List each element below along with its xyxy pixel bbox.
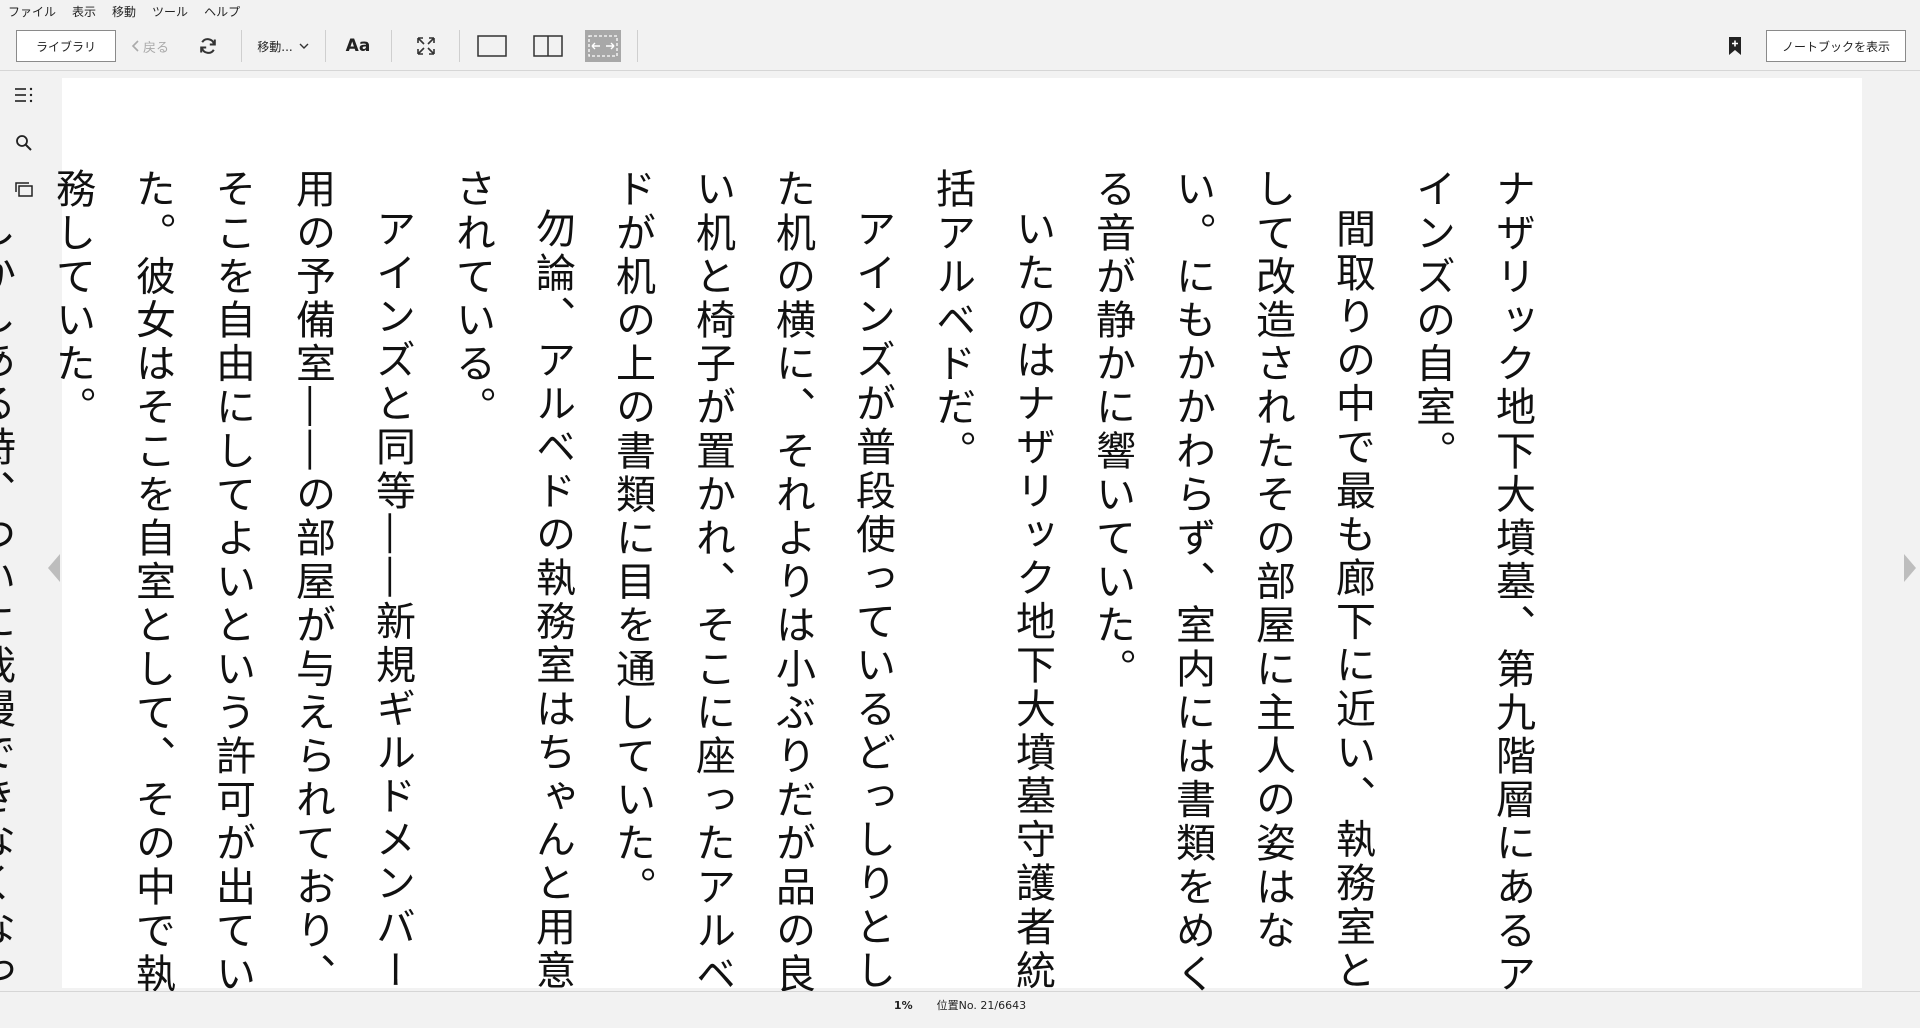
toolbar-separator bbox=[637, 30, 638, 62]
sync-icon bbox=[200, 38, 216, 54]
font-settings-button[interactable]: Aa bbox=[336, 22, 380, 70]
two-page-view-button[interactable] bbox=[526, 22, 570, 70]
paragraph: アインズと同等――新規ギルドメンバー用の予備室――の部屋が与えられており、そこを… bbox=[49, 168, 415, 997]
toc-button[interactable] bbox=[12, 83, 36, 107]
paragraph: アインズが普段使っているどっしりとした机の横に、それよりは小ぶりだが品の良い机と… bbox=[609, 168, 895, 997]
previous-page-button[interactable] bbox=[46, 552, 62, 584]
bookmark-add-icon bbox=[1729, 37, 1741, 55]
status-bar: 1% 位置No. 21/6643 bbox=[0, 991, 1920, 1018]
next-page-button[interactable] bbox=[1902, 552, 1918, 584]
fit-width-view-button[interactable] bbox=[585, 30, 621, 62]
library-button[interactable]: ライブラリ bbox=[16, 30, 116, 62]
reader-page: ナザリック地下大墳墓、第九階層にあるアインズの自室。 間取りの中で最も廊下に近い… bbox=[0, 78, 1862, 996]
paragraph: いたのはナザリック地下大墳墓守護者統括アルベドだ。 bbox=[929, 168, 1055, 993]
progress-percent: 1% bbox=[893, 998, 913, 1012]
library-button-label: ライブラリ bbox=[35, 39, 96, 54]
toolbar-separator bbox=[325, 30, 326, 62]
back-button[interactable]: 戻る bbox=[128, 22, 172, 70]
menu-help[interactable]: ヘルプ bbox=[196, 3, 248, 20]
notebook-button-label: ノートブックを表示 bbox=[1781, 39, 1890, 54]
toolbar-separator bbox=[459, 30, 460, 62]
toolbar-separator bbox=[241, 30, 242, 62]
bookmark-button[interactable] bbox=[1720, 22, 1750, 70]
sync-button[interactable] bbox=[190, 22, 226, 70]
triangle-left-icon bbox=[48, 554, 60, 582]
menu-file[interactable]: ファイル bbox=[0, 3, 64, 20]
toolbar: ライブラリ 戻る 移動... Aa ノートブックを表示 bbox=[0, 22, 1920, 71]
chevron-left-icon bbox=[131, 40, 139, 52]
back-button-label: 戻る bbox=[142, 40, 169, 56]
menu-view[interactable]: 表示 bbox=[64, 3, 104, 20]
table-of-contents-icon bbox=[15, 87, 33, 103]
book-text: ナザリック地下大墳墓、第九階層にあるアインズの自室。 間取りの中で最も廊下に近い… bbox=[0, 168, 1552, 1028]
single-page-view-button[interactable] bbox=[470, 22, 514, 70]
font-settings-label: Aa bbox=[345, 36, 371, 56]
single-page-icon bbox=[477, 35, 507, 57]
triangle-right-icon bbox=[1904, 554, 1916, 582]
fullscreen-button[interactable] bbox=[404, 22, 448, 70]
goto-label: 移動... bbox=[257, 39, 293, 54]
goto-dropdown[interactable]: 移動... bbox=[250, 22, 316, 70]
paragraph: ナザリック地下大墳墓、第九階層にあるアインズの自室。 bbox=[1409, 168, 1535, 997]
fit-width-icon bbox=[588, 35, 618, 57]
paragraph: 間取りの中で最も廊下に近い、執務室として改造されたその部屋に主人の姿はない。にも… bbox=[1089, 168, 1375, 997]
search-icon bbox=[16, 135, 32, 151]
menu-go[interactable]: 移動 bbox=[104, 3, 144, 20]
menu-tools[interactable]: ツール bbox=[144, 3, 196, 20]
paragraph: しかしある時、ついに我慢できなくなって自 bbox=[0, 208, 15, 993]
fullscreen-icon bbox=[417, 37, 435, 55]
toolbar-separator bbox=[391, 30, 392, 62]
location-number: 位置No. 21/6643 bbox=[936, 999, 1027, 1012]
two-page-icon bbox=[533, 35, 563, 57]
paragraph: 勿論、アルベドの執務室はちゃんと用意されている。 bbox=[449, 168, 575, 993]
notebook-button[interactable]: ノートブックを表示 bbox=[1766, 30, 1906, 62]
search-button[interactable] bbox=[12, 131, 36, 155]
menu-bar: ファイル 表示 移動 ツール ヘルプ bbox=[0, 0, 1920, 22]
chevron-down-icon bbox=[299, 43, 309, 49]
